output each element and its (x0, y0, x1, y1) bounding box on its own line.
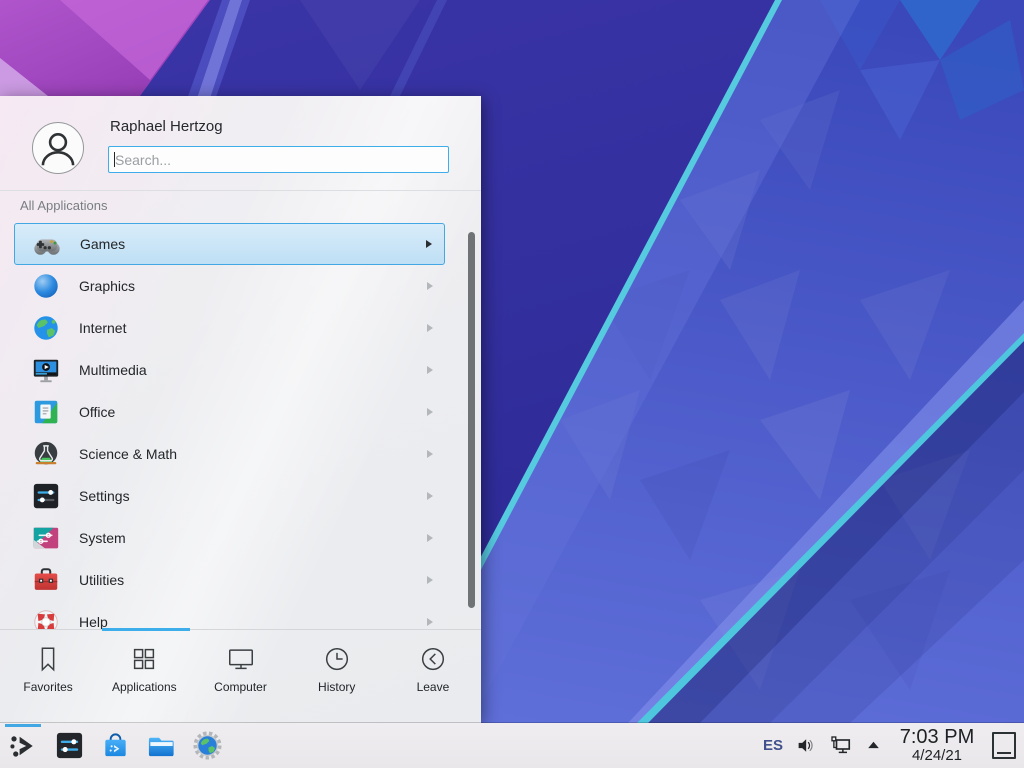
user-icon (35, 125, 81, 171)
category-label: Multimedia (79, 362, 147, 378)
system-tray: ES (763, 727, 1016, 764)
submenu-arrow-icon (427, 282, 433, 290)
tab-label: Leave (417, 680, 450, 694)
tray-expander-icon[interactable] (865, 737, 882, 754)
games-icon (32, 229, 62, 259)
category-label: System (79, 530, 126, 546)
bookmark-icon (33, 644, 63, 674)
internet-icon (31, 313, 61, 343)
kde-launcher-icon (8, 730, 39, 761)
network-icon[interactable] (829, 734, 853, 758)
discover-icon (100, 730, 131, 761)
category-label: Office (79, 404, 115, 420)
submenu-arrow-icon (427, 618, 433, 626)
science-math-icon (31, 439, 61, 469)
submenu-arrow-icon (427, 408, 433, 416)
clock-time: 7:03 PM (900, 727, 974, 748)
category-row-utilities[interactable]: Utilities (14, 559, 445, 601)
application-launcher-button[interactable] (4, 723, 42, 768)
tab-label: Computer (214, 680, 267, 694)
launcher-tab-bar: Favorites Applications Computer (0, 630, 481, 723)
system-settings-icon (54, 730, 85, 761)
system-icon (31, 523, 61, 553)
application-launcher-menu: Raphael Hertzog All Applications (0, 96, 481, 723)
tab-label: History (318, 680, 355, 694)
discover-software-center-button[interactable] (96, 723, 134, 768)
category-row-internet[interactable]: Internet (14, 307, 445, 349)
user-name: Raphael Hertzog (110, 118, 223, 135)
section-label: All Applications (0, 191, 481, 223)
category-row-settings[interactable]: Settings (14, 475, 445, 517)
folder-icon (146, 730, 177, 761)
web-browser-button[interactable] (188, 723, 226, 768)
user-avatar[interactable] (32, 122, 84, 174)
leave-icon (418, 644, 448, 674)
tab-label: Applications (112, 680, 177, 694)
tab-label: Favorites (23, 680, 72, 694)
clock-icon (322, 644, 352, 674)
category-row-office[interactable]: Office (14, 391, 445, 433)
scrollbar-thumb[interactable] (468, 232, 475, 608)
text-caret (114, 152, 115, 167)
active-tab-indicator (102, 628, 190, 631)
submenu-arrow-icon (426, 240, 432, 248)
monitor-icon (226, 644, 256, 674)
digital-clock[interactable]: 7:03 PM 4/24/21 (894, 727, 980, 764)
tab-leave[interactable]: Leave (385, 630, 481, 723)
category-label: Graphics (79, 278, 135, 294)
app-grid-icon (129, 644, 159, 674)
submenu-arrow-icon (427, 450, 433, 458)
settings-icon (31, 481, 61, 511)
category-label: Games (80, 236, 125, 252)
submenu-arrow-icon (427, 576, 433, 584)
tab-favorites[interactable]: Favorites (0, 630, 96, 723)
submenu-arrow-icon (427, 366, 433, 374)
category-row-system[interactable]: System (14, 517, 445, 559)
search-field[interactable] (108, 146, 449, 173)
graphics-icon (31, 271, 61, 301)
category-row-help[interactable]: Help (14, 601, 445, 629)
submenu-arrow-icon (427, 492, 433, 500)
launcher-header: Raphael Hertzog (0, 96, 481, 191)
office-icon (31, 397, 61, 427)
help-icon (31, 607, 61, 629)
show-desktop-button[interactable] (992, 732, 1016, 759)
category-label: Help (79, 614, 108, 629)
clock-date: 4/24/21 (912, 748, 962, 764)
category-label: Utilities (79, 572, 124, 588)
taskbar: ES (0, 723, 1024, 768)
submenu-arrow-icon (427, 324, 433, 332)
desktop: Raphael Hertzog All Applications (0, 0, 1024, 768)
category-row-games[interactable]: Games (14, 223, 445, 265)
keyboard-layout-indicator[interactable]: ES (763, 737, 783, 754)
category-label: Internet (79, 320, 126, 336)
search-input[interactable] (108, 146, 449, 173)
volume-icon[interactable] (796, 735, 817, 756)
tab-applications[interactable]: Applications (96, 630, 192, 723)
category-row-graphics[interactable]: Graphics (14, 265, 445, 307)
tab-separator (0, 629, 481, 630)
category-label: Science & Math (79, 446, 177, 462)
category-label: Settings (79, 488, 130, 504)
app-category-list: Games Graphics (0, 223, 481, 629)
system-settings-button[interactable] (50, 723, 88, 768)
multimedia-icon (31, 355, 61, 385)
category-row-science-math[interactable]: Science & Math (14, 433, 445, 475)
category-row-multimedia[interactable]: Multimedia (14, 349, 445, 391)
file-manager-button[interactable] (142, 723, 180, 768)
tab-computer[interactable]: Computer (192, 630, 288, 723)
utilities-icon (31, 565, 61, 595)
tab-history[interactable]: History (289, 630, 385, 723)
web-browser-icon (192, 730, 223, 761)
submenu-arrow-icon (427, 534, 433, 542)
